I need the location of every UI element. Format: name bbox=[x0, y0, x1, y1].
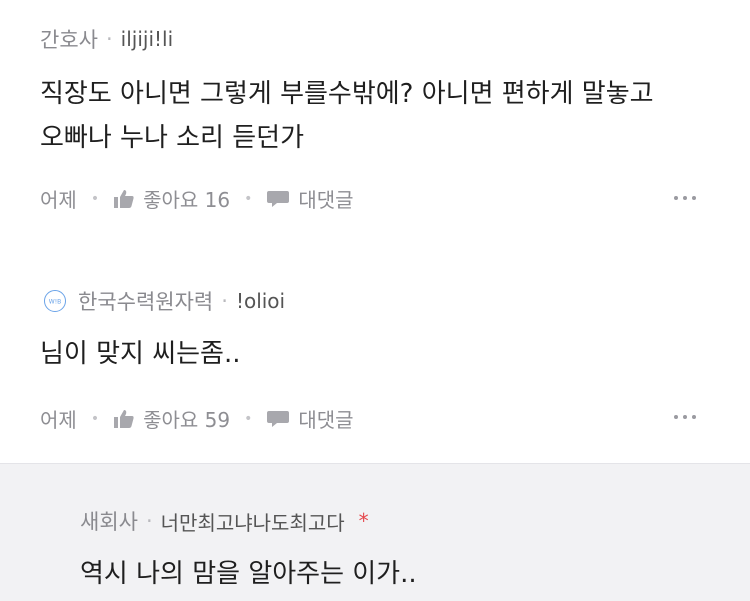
thumbs-up-icon[interactable] bbox=[113, 409, 135, 429]
comment-time: 어제 bbox=[40, 188, 77, 212]
speech-bubble-icon[interactable] bbox=[266, 409, 290, 429]
author-nickname[interactable]: !olioi bbox=[236, 289, 285, 313]
like-label: 좋아요 bbox=[143, 188, 199, 212]
comment-body-line: 역시 나의 맘을 알아주는 이가.. bbox=[80, 559, 417, 589]
comment-body: 역시 나의 맘을 알아주는 이가.. bbox=[80, 552, 417, 596]
action-separator: • bbox=[90, 410, 100, 427]
thumbs-up-icon[interactable] bbox=[113, 189, 135, 209]
meta-separator: · bbox=[145, 509, 153, 533]
comment-item: 간호사 · iljiji!li 직장도 아니면 그렇게 부를수밖에? 아니면 편… bbox=[0, 0, 750, 240]
like-label: 좋아요 bbox=[143, 408, 199, 432]
meta-separator: · bbox=[221, 289, 228, 313]
author-nickname[interactable]: iljiji!li bbox=[121, 27, 173, 51]
action-separator: • bbox=[244, 410, 253, 427]
like-count: 16 bbox=[204, 188, 231, 212]
author-mark: * bbox=[358, 509, 369, 533]
action-separator: • bbox=[90, 190, 100, 207]
comment-meta: 간호사 · iljiji!li bbox=[40, 24, 173, 54]
comment-meta: W!B 한국수력원자력 · !olioi bbox=[44, 286, 285, 316]
speech-bubble-icon[interactable] bbox=[266, 189, 290, 209]
comment-item: W!B 한국수력원자력 · !olioi 님이 맞지 씨는좀.. 어제 • 좋아… bbox=[0, 270, 750, 460]
comment-body: 님이 맞지 씨는좀.. bbox=[40, 332, 241, 376]
like-count: 59 bbox=[204, 408, 231, 432]
reply-item: 새회사 · 너만최고냐나도최고다 * 역시 나의 맘을 알아주는 이가.. bbox=[0, 463, 750, 601]
reply-button[interactable]: 대댓글 bbox=[298, 184, 353, 213]
author-company: 새회사 bbox=[80, 510, 138, 534]
svg-text:W!B: W!B bbox=[49, 299, 61, 306]
author-company: 간호사 bbox=[40, 28, 98, 52]
comment-body-line: 오빠나 누나 소리 듣던가 bbox=[40, 123, 304, 153]
comment-actions: 어제 • 좋아요 59 • 대댓글 bbox=[40, 404, 354, 433]
author-company: 한국수력원자력 bbox=[78, 290, 214, 314]
like-button[interactable]: 좋아요 59 bbox=[143, 404, 230, 433]
reply-button[interactable]: 대댓글 bbox=[298, 404, 353, 433]
comment-meta: 새회사 · 너만최고냐나도최고다 * bbox=[80, 506, 369, 536]
more-horizontal-icon[interactable] bbox=[674, 196, 696, 200]
action-separator: • bbox=[244, 190, 253, 207]
comment-body-line: 님이 맞지 씨는좀.. bbox=[40, 339, 241, 369]
meta-separator: · bbox=[105, 27, 113, 51]
like-button[interactable]: 좋아요 16 bbox=[143, 184, 230, 213]
comment-body-line: 직장도 아니면 그렇게 부를수밖에? 아니면 편하게 말놓고 bbox=[40, 79, 654, 109]
comment-body: 직장도 아니면 그렇게 부를수밖에? 아니면 편하게 말놓고 오빠나 누나 소리… bbox=[40, 72, 654, 160]
comment-actions: 어제 • 좋아요 16 • 대댓글 bbox=[40, 184, 354, 213]
comment-time: 어제 bbox=[40, 408, 77, 432]
author-nickname[interactable]: 너만최고냐나도최고다 bbox=[161, 507, 345, 536]
more-horizontal-icon[interactable] bbox=[674, 415, 696, 419]
company-badge-icon: W!B bbox=[44, 290, 66, 312]
